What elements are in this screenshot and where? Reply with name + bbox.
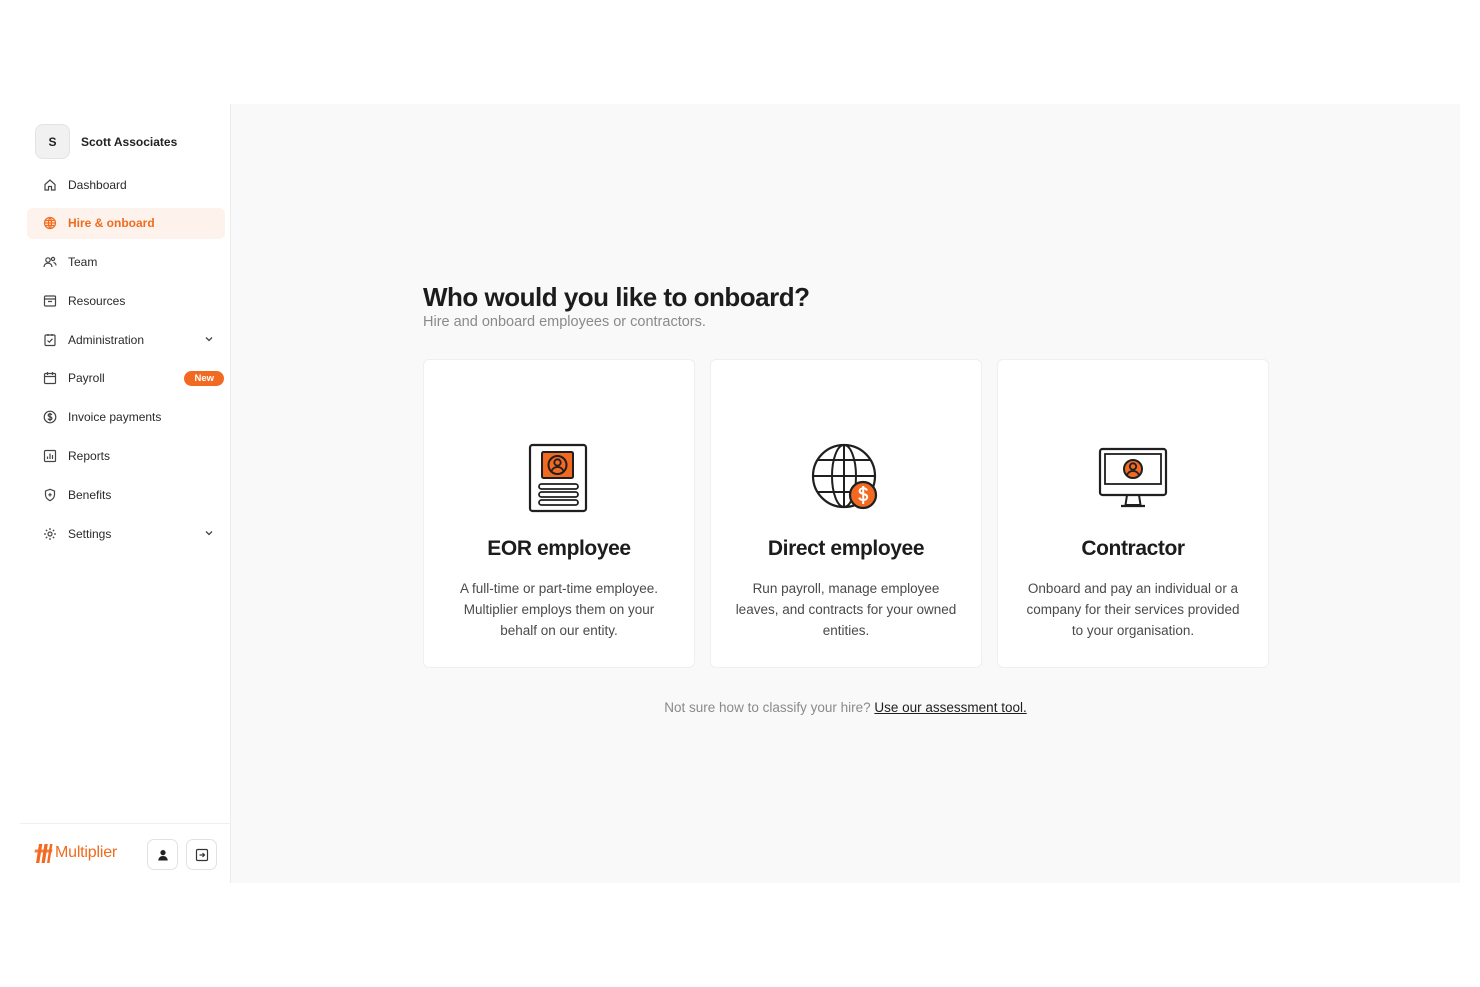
sidebar-item-administration[interactable]: Administration: [27, 324, 225, 355]
new-badge: New: [184, 370, 224, 386]
sidebar-item-payroll[interactable]: Payroll New: [27, 363, 225, 394]
sidebar: S Scott Associates Dashboard Hire & onbo…: [20, 104, 231, 883]
sidebar-item-label: Payroll: [68, 371, 105, 386]
id-card-icon: [528, 443, 588, 513]
sidebar-item-team[interactable]: Team: [27, 247, 225, 278]
card-title: Direct employee: [767, 537, 925, 560]
app-window: S Scott Associates Dashboard Hire & onbo…: [20, 104, 1460, 883]
sidebar-item-label: Team: [68, 255, 98, 270]
sidebar-item-label: Resources: [68, 293, 126, 308]
page-subtitle: Hire and onboard employees or contractor…: [423, 314, 706, 330]
users-icon: [43, 255, 57, 269]
chevron-down-icon[interactable]: [203, 333, 215, 345]
sidebar-item-reports[interactable]: Reports: [27, 441, 225, 472]
contractor-card[interactable]: Contractor Onboard and pay an individual…: [997, 359, 1269, 668]
sidebar-item-benefits[interactable]: Benefits: [27, 479, 225, 510]
onboard-options: EOR employee A full-time or part-time em…: [423, 359, 1269, 668]
classification-help: Not sure how to classify your hire? Use …: [231, 700, 1460, 715]
sidebar-item-label: Hire & onboard: [68, 216, 155, 231]
sidebar-item-label: Dashboard: [68, 177, 127, 192]
eor-employee-card[interactable]: EOR employee A full-time or part-time em…: [423, 359, 695, 668]
sidebar-item-invoice-payments[interactable]: Invoice payments: [27, 402, 225, 433]
globe-dollar-icon: [811, 443, 878, 510]
org-avatar: S: [35, 124, 70, 159]
gear-icon: [43, 527, 57, 541]
chevron-down-icon[interactable]: [203, 527, 215, 539]
dollar-circle-icon: [43, 410, 57, 424]
org-switcher[interactable]: S Scott Associates: [35, 124, 177, 159]
card-description: Run payroll, manage employee leaves, and…: [735, 581, 957, 638]
checklist-icon: [43, 333, 57, 347]
sidebar-item-label: Administration: [68, 332, 145, 347]
main-content: Who would you like to onboard? Hire and …: [231, 104, 1460, 883]
user-icon: [157, 849, 168, 860]
monitor-user-icon: [1098, 447, 1168, 508]
direct-employee-card[interactable]: Direct employee Run payroll, manage empl…: [710, 359, 982, 668]
globe-icon: [43, 216, 57, 230]
card-title: Contractor: [1081, 537, 1185, 560]
calendar-icon: [43, 371, 57, 385]
sidebar-footer: Multiplier: [20, 823, 231, 883]
sidebar-item-label: Invoice payments: [68, 410, 162, 425]
sidebar-item-label: Settings: [68, 526, 112, 541]
sidebar-item-hire-onboard[interactable]: Hire & onboard: [27, 207, 225, 239]
report-icon: [43, 449, 57, 463]
multiplier-logo-icon: [34, 844, 53, 863]
home-icon: [43, 178, 57, 192]
sidebar-item-resources[interactable]: Resources: [27, 285, 225, 316]
page-title: Who would you like to onboard?: [423, 282, 810, 312]
card-description: Onboard and pay an individual or a compa…: [1026, 581, 1240, 638]
brand-name: Multiplier: [55, 844, 118, 861]
org-name: Scott Associates: [81, 134, 178, 149]
folder-icon: [43, 294, 57, 308]
sidebar-item-label: Benefits: [68, 487, 112, 502]
brand-logo[interactable]: Multiplier: [34, 841, 117, 865]
sidebar-nav: Dashboard Hire & onboard Team Resources: [27, 169, 225, 557]
sidebar-item-dashboard[interactable]: Dashboard: [27, 169, 225, 200]
profile-button[interactable]: [147, 839, 178, 870]
shield-icon: [43, 488, 57, 502]
logout-icon: [195, 848, 208, 861]
card-title: EOR employee: [487, 537, 631, 560]
assessment-tool-link[interactable]: Use our assessment tool.: [874, 700, 1026, 715]
sidebar-item-label: Reports: [68, 449, 111, 464]
sidebar-item-settings[interactable]: Settings: [27, 518, 225, 549]
card-description: A full-time or part-time employee. Multi…: [459, 581, 659, 638]
logout-button[interactable]: [186, 839, 217, 870]
help-text: Not sure how to classify your hire?: [664, 700, 871, 715]
